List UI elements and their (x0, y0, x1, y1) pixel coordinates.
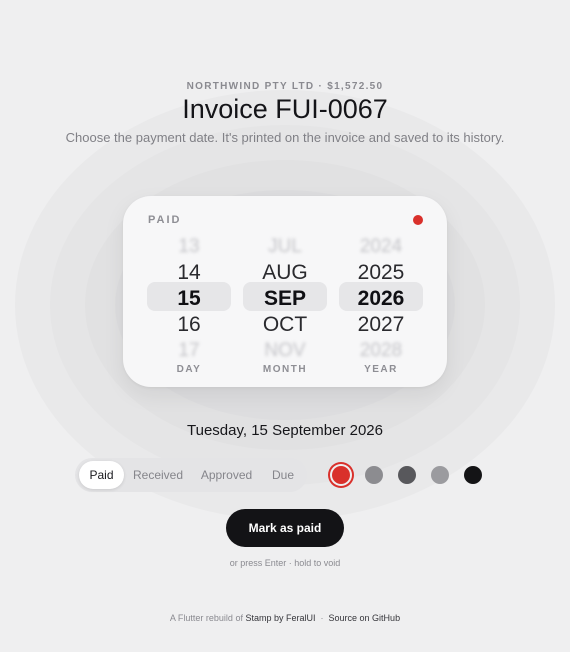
day-wheel[interactable]: 13 14 15 16 17 (147, 234, 231, 364)
month-option[interactable]: NOV (243, 338, 327, 364)
year-option[interactable]: 2024 (339, 234, 423, 260)
page-subtitle: Choose the payment date. It's printed on… (65, 130, 505, 145)
day-column-label: DAY (176, 364, 202, 375)
swatch-gray[interactable] (365, 466, 383, 484)
picker-status-label: PAID (148, 214, 182, 226)
client-amount-eyebrow: NORTHWIND PTY LTD · $1,572.50 (186, 81, 384, 92)
month-wheel[interactable]: JUL AUG SEP OCT NOV (243, 234, 327, 364)
swatch-dark-gray[interactable] (398, 466, 416, 484)
date-picker-card: PAID 13 14 15 16 17 JUL AUG SEP OCT NOV … (123, 196, 447, 387)
year-wheel[interactable]: 2024 2025 2026 2027 2028 (339, 234, 423, 364)
year-option[interactable]: 2025 (339, 260, 423, 286)
status-segmented-control: Paid Received Approved Due (75, 458, 307, 492)
year-option[interactable]: 2028 (339, 338, 423, 364)
tab-paid[interactable]: Paid (79, 461, 124, 489)
tab-due[interactable]: Due (263, 461, 303, 489)
day-option[interactable]: 13 (147, 234, 231, 260)
month-column-label: MONTH (262, 364, 308, 375)
month-option[interactable]: JUL (243, 234, 327, 260)
swatch-light-gray[interactable] (431, 466, 449, 484)
year-option[interactable]: 2027 (339, 312, 423, 338)
footer: A Flutter rebuild of Stamp by FeralUI · … (0, 613, 570, 623)
swatch-red[interactable] (332, 466, 350, 484)
month-option[interactable]: AUG (243, 260, 327, 286)
swatch-black[interactable] (464, 466, 482, 484)
year-column-label: YEAR (364, 364, 398, 375)
month-option[interactable]: OCT (243, 312, 327, 338)
status-color-dot (413, 215, 423, 225)
month-option-selected[interactable]: SEP (243, 286, 327, 312)
tab-received[interactable]: Received (128, 461, 188, 489)
stamp-link[interactable]: Stamp by FeralUI (245, 613, 315, 623)
footer-prefix: A Flutter rebuild of (169, 613, 243, 623)
day-option-selected[interactable]: 15 (147, 286, 231, 312)
year-option-selected[interactable]: 2026 (339, 286, 423, 312)
day-option[interactable]: 16 (147, 312, 231, 338)
selected-date-readout: Tuesday, 15 September 2026 (187, 422, 383, 439)
day-option[interactable]: 14 (147, 260, 231, 286)
page-title: Invoice FUI-0067 (182, 94, 388, 124)
mark-as-paid-button[interactable]: Mark as paid (226, 509, 344, 547)
source-link[interactable]: Source on GitHub (329, 613, 401, 623)
keyboard-hint: or press Enter · hold to void (229, 558, 341, 568)
footer-separator: · (320, 613, 324, 623)
tab-approved[interactable]: Approved (194, 461, 259, 489)
day-option[interactable]: 17 (147, 338, 231, 364)
